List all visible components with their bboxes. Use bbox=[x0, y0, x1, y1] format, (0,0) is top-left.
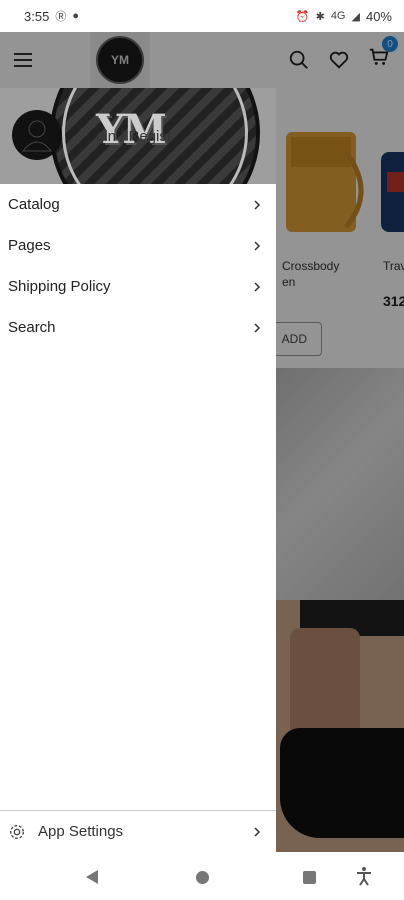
menu-item-search[interactable]: Search bbox=[0, 307, 276, 348]
menu-item-label: Shipping Policy bbox=[8, 278, 111, 295]
menu-item-label: Search bbox=[8, 319, 56, 336]
notification-icon: Ⓡ bbox=[55, 11, 67, 23]
chevron-right-icon bbox=[254, 281, 261, 292]
menu-item-pages[interactable]: Pages bbox=[0, 225, 276, 266]
gear-icon bbox=[10, 824, 24, 839]
app-notification-icon: ● bbox=[72, 10, 79, 22]
bluetooth-icon: ✱ bbox=[315, 10, 325, 23]
app-settings-item[interactable]: App Settings bbox=[0, 810, 276, 852]
network-type: 4G bbox=[330, 10, 346, 22]
status-bar: 3:55 Ⓡ ● ⏰ ✱ 4G ◢ 40% bbox=[0, 0, 404, 32]
login-register-link[interactable]: gin / Regist bbox=[96, 128, 182, 145]
chevron-right-icon bbox=[254, 199, 261, 210]
system-nav-bar bbox=[0, 852, 404, 900]
back-icon[interactable] bbox=[86, 870, 98, 884]
chevron-right-icon bbox=[254, 322, 261, 333]
user-icon[interactable] bbox=[12, 110, 62, 160]
menu-item-catalog[interactable]: Catalog bbox=[0, 184, 276, 225]
drawer-menu: Catalog Pages Shipping Policy Search bbox=[0, 184, 276, 348]
alarm-icon: ⏰ bbox=[295, 10, 310, 23]
menu-item-label: Catalog bbox=[8, 196, 60, 213]
app-settings-label: App Settings bbox=[38, 823, 124, 840]
recents-icon[interactable] bbox=[303, 871, 316, 884]
menu-item-label: Pages bbox=[8, 237, 51, 254]
menu-item-shipping-policy[interactable]: Shipping Policy bbox=[0, 266, 276, 307]
chevron-right-icon bbox=[254, 240, 261, 251]
drawer-header: YM gin / Regist bbox=[0, 88, 276, 184]
signal-icon: ◢ bbox=[351, 10, 360, 23]
home-icon[interactable] bbox=[196, 871, 209, 884]
accessibility-icon[interactable] bbox=[355, 866, 373, 886]
status-time: 3:55 bbox=[24, 8, 50, 24]
battery-level: 40% bbox=[365, 8, 392, 24]
navigation-drawer: YM gin / Regist Catalog Pages Shipping P… bbox=[0, 88, 276, 852]
chevron-right-icon bbox=[254, 826, 261, 837]
